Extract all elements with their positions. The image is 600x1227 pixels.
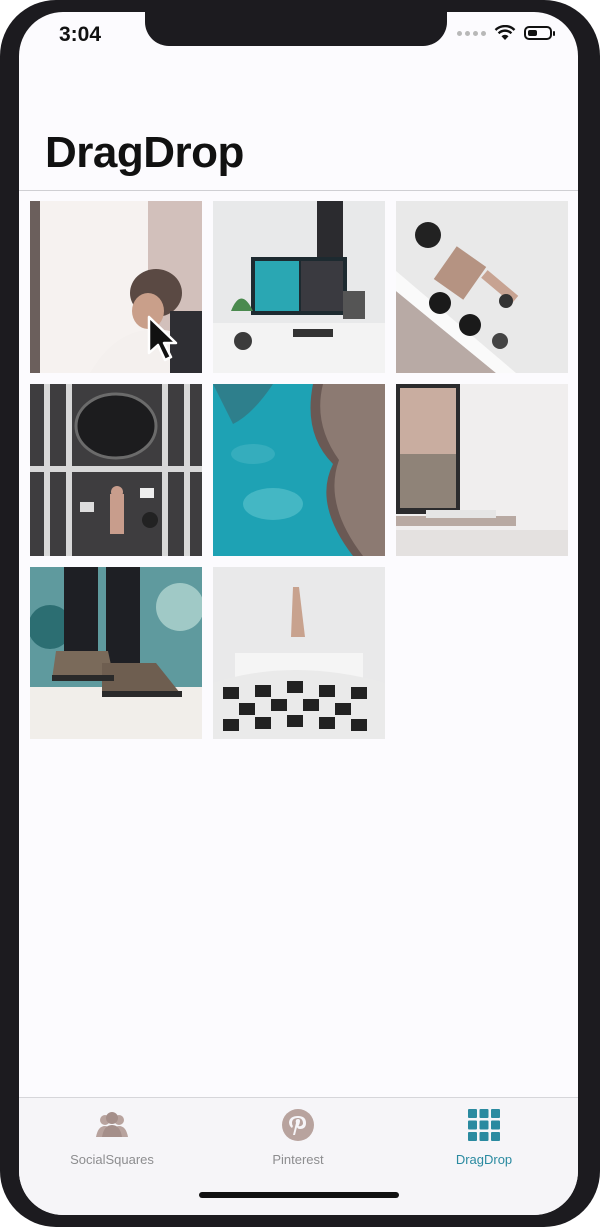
photo-tile[interactable]	[30, 567, 202, 739]
tab-dragdrop[interactable]: DragDrop	[391, 1108, 577, 1167]
photo-tile[interactable]	[213, 384, 385, 556]
photo-image	[213, 201, 385, 373]
signal-icon	[457, 30, 486, 36]
battery-icon	[524, 26, 555, 40]
tab-pinterest[interactable]: Pinterest	[205, 1108, 391, 1167]
tab-socialsquares[interactable]: SocialSquares	[19, 1108, 205, 1167]
photo-image	[30, 567, 202, 739]
photo-image	[30, 384, 202, 556]
grid-icon	[468, 1109, 500, 1141]
photo-image	[396, 384, 568, 556]
page-title: DragDrop	[45, 128, 244, 177]
screen: 3:04 DragDrop SocialSquares Pinterest Dr…	[19, 12, 578, 1215]
wifi-icon	[494, 25, 516, 40]
photo-tile[interactable]	[30, 384, 202, 556]
photo-image	[213, 567, 385, 739]
photo-tile[interactable]	[396, 384, 568, 556]
tab-label: Pinterest	[272, 1152, 324, 1167]
home-indicator[interactable]	[199, 1192, 399, 1198]
photo-image	[396, 201, 568, 373]
photo-tile[interactable]	[213, 567, 385, 739]
tab-label: SocialSquares	[70, 1152, 154, 1167]
pinterest-icon	[282, 1109, 314, 1141]
tab-label: DragDrop	[455, 1152, 513, 1167]
photo-image	[213, 384, 385, 556]
pointer-cursor-icon	[147, 315, 178, 362]
notch	[145, 12, 447, 46]
photo-tile[interactable]	[213, 201, 385, 373]
photo-tile[interactable]	[396, 201, 568, 373]
nav-divider	[19, 190, 578, 191]
status-indicators	[457, 25, 555, 41]
status-time: 3:04	[59, 23, 102, 46]
device-frame: 3:04 DragDrop SocialSquares Pinterest Dr…	[0, 0, 600, 1227]
people-icon	[96, 1112, 128, 1137]
